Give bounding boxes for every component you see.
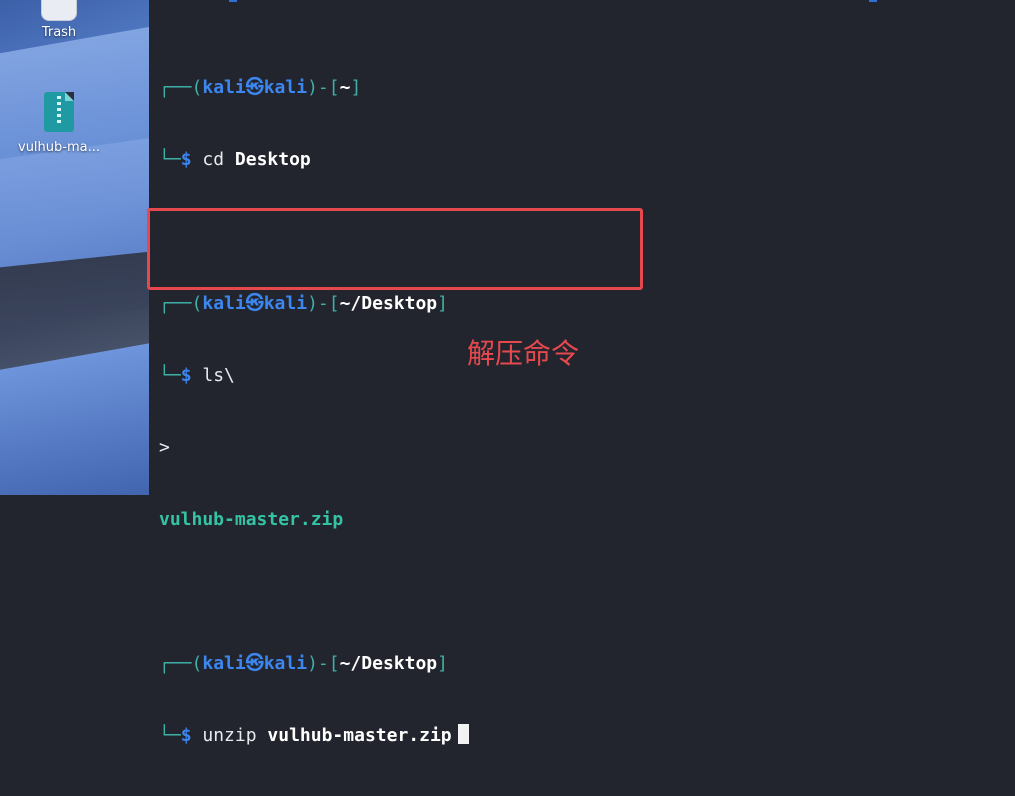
command-name: ls\ <box>202 365 235 386</box>
prompt-separator: ㉿ <box>245 77 264 98</box>
text-cursor <box>457 724 469 744</box>
prompt-path: ~/Desktop <box>339 653 438 674</box>
file-listing: vulhub-master.zip <box>159 509 344 530</box>
prompt-path: ~/Desktop <box>339 293 438 314</box>
continuation-prompt: > <box>159 437 170 458</box>
command-name: cd <box>202 149 225 170</box>
desktop-icon-label: Trash <box>41 25 77 40</box>
command-argument: Desktop <box>234 149 311 170</box>
zip-file-icon <box>44 92 74 132</box>
continuation-line: > <box>159 436 469 460</box>
prompt-user: kali <box>202 293 246 314</box>
prompt-line: ┌──(kali㉿kali)-[~] <box>159 77 362 98</box>
command-line: └─$ ls\ <box>159 365 235 386</box>
desktop-icon-trash[interactable]: Trash <box>4 0 114 40</box>
command-line[interactable]: └─$ unzip vulhub-master.zip <box>159 724 469 748</box>
trash-icon <box>41 0 77 21</box>
scrolled-off-line <box>159 0 1015 4</box>
desktop-background: Trash vulhub-ma... <box>0 0 149 495</box>
prompt-user: kali <box>202 77 246 98</box>
prompt-line: ┌──(kali㉿kali)-[~/Desktop] <box>159 293 448 314</box>
highlight-box <box>147 208 643 290</box>
prompt-host: kali <box>263 77 308 98</box>
prompt-host: kali <box>263 653 308 674</box>
command-argument: vulhub-master.zip <box>267 725 452 746</box>
prompt-path: ~ <box>339 77 351 98</box>
annotation-label: 解压命令 <box>467 337 580 370</box>
desktop-icon-label: vulhub-ma... <box>18 140 100 155</box>
desktop-icon-zip-file[interactable]: vulhub-ma... <box>4 92 114 155</box>
prompt-separator: ㉿ <box>245 653 264 674</box>
prompt-host: kali <box>263 293 308 314</box>
command-name: unzip <box>202 725 257 746</box>
terminal-output: ┌──(kali㉿kali)-[~] └─$ cd Desktop ┌──(ka… <box>159 28 469 796</box>
prompt-separator: ㉿ <box>245 293 264 314</box>
prompt-user: kali <box>202 653 246 674</box>
prompt-line: ┌──(kali㉿kali)-[~/Desktop] <box>159 653 448 674</box>
output-line: vulhub-master.zip <box>159 508 469 532</box>
command-line: └─$ cd Desktop <box>159 149 311 170</box>
